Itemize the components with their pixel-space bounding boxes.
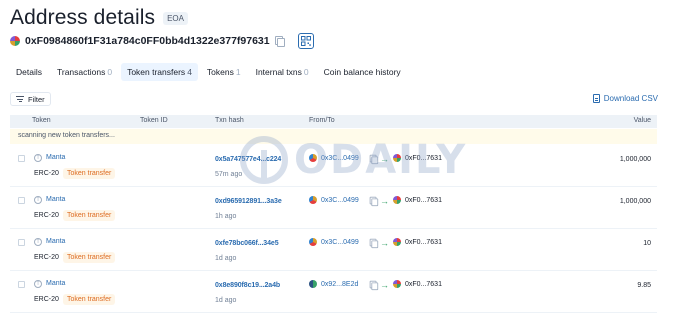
filter-icon — [16, 96, 24, 102]
to-address: 0xF0...7631 — [405, 239, 442, 246]
row-checkbox[interactable] — [18, 155, 25, 162]
tab-count: 0 — [107, 66, 113, 77]
copy-icon[interactable] — [369, 280, 379, 291]
tab-transactions[interactable]: Transactions 0 — [51, 63, 118, 81]
txn-age: 1h ago — [215, 213, 237, 220]
txn-age: 57m ago — [215, 171, 243, 178]
row-checkbox[interactable] — [18, 239, 25, 246]
row-checkbox[interactable] — [18, 281, 25, 288]
column-header-token: Token — [32, 117, 51, 124]
tab-coin-balance-history[interactable]: Coin balance history — [318, 63, 407, 81]
qr-code-icon — [300, 36, 311, 46]
from-address-link[interactable]: 0x92...8E2d — [321, 281, 358, 288]
token-standard: ERC-20 — [34, 296, 59, 303]
to-avatar — [393, 196, 401, 204]
table-header: Token Token ID Txn hash From/To Value — [10, 115, 657, 128]
column-header-from-to: From/To — [309, 117, 335, 124]
tab-label: Transactions — [56, 66, 106, 77]
from-address-link[interactable]: 0x3C...0499 — [321, 239, 359, 246]
row-checkbox[interactable] — [18, 197, 25, 204]
token-name-link[interactable]: Manta — [46, 238, 65, 245]
address-avatar — [10, 36, 20, 46]
token-standard: ERC-20 — [34, 254, 59, 261]
arrow-right-icon: → — [380, 196, 389, 206]
from-avatar — [309, 196, 317, 204]
token-name-link[interactable]: Manta — [46, 154, 65, 161]
to-address: 0xF0...7631 — [405, 281, 442, 288]
tab-token-transfers[interactable]: Token transfers 4 — [121, 62, 198, 81]
download-label: Download CSV — [603, 94, 658, 103]
filter-button[interactable]: Filter — [10, 92, 51, 106]
arrow-right-icon: → — [380, 238, 389, 248]
from-address-link[interactable]: 0x3C...0499 — [321, 197, 359, 204]
address-hash: 0xF0984860f1F31a784c0FF0bb4d1322e377f976… — [25, 35, 270, 47]
txn-hash-link[interactable]: 0xd965912891...3a3e — [215, 198, 282, 205]
token-name-link[interactable]: Manta — [46, 196, 65, 203]
page-title: Address details — [10, 6, 156, 29]
document-icon — [592, 94, 600, 103]
to-avatar — [393, 280, 401, 288]
txn-hash-link[interactable]: 0xfe78bc066f...34e5 — [215, 240, 279, 247]
from-avatar — [309, 238, 317, 246]
transfer-type-badge: Token transfer — [63, 252, 116, 263]
txn-hash-link[interactable]: 0x8e890f8c19...2a4b — [215, 282, 280, 289]
tab-internal-txns[interactable]: Internal txns 0 — [250, 63, 315, 81]
filter-label: Filter — [28, 94, 45, 104]
to-avatar — [393, 238, 401, 246]
account-type-badge: EOA — [163, 11, 188, 25]
tab-count: 4 — [187, 66, 192, 77]
token-icon: T — [34, 238, 42, 246]
token-name-link[interactable]: Manta — [46, 280, 65, 287]
transfer-type-badge: Token transfer — [63, 294, 116, 305]
from-avatar — [309, 280, 317, 288]
title-row: Address details EOA — [10, 6, 188, 30]
column-header-token-id: Token ID — [140, 117, 168, 124]
copy-icon[interactable] — [369, 238, 379, 249]
token-icon: T — [34, 154, 42, 162]
transfer-value: 10 — [643, 240, 651, 247]
copy-icon[interactable] — [274, 36, 285, 47]
tab-label: Coin balance history — [323, 66, 401, 77]
tab-count: 1 — [235, 66, 241, 77]
token-icon: T — [34, 280, 42, 288]
txn-age: 1d ago — [215, 297, 237, 304]
address-row: 0xF0984860f1F31a784c0FF0bb4d1322e377f976… — [10, 33, 314, 49]
odaily-logo-icon — [240, 136, 288, 184]
transfer-value: 1,000,000 — [619, 198, 651, 205]
arrow-right-icon: → — [380, 280, 389, 290]
column-header-txn-hash: Txn hash — [215, 117, 244, 124]
txn-age: 1d ago — [215, 255, 237, 262]
transfer-type-badge: Token transfer — [63, 168, 116, 179]
table-row: T Manta ERC-20 Token transfer 0xd9659128… — [10, 187, 657, 229]
tab-label: Token transfers — [127, 66, 186, 77]
tab-count: 0 — [303, 66, 309, 77]
watermark-text: ODAILY — [294, 137, 468, 183]
tab-label: Internal txns — [255, 66, 302, 77]
column-header-value: Value — [633, 117, 651, 124]
tab-label: Tokens — [206, 66, 234, 77]
token-icon: T — [34, 196, 42, 204]
watermark: ODAILY — [240, 136, 467, 184]
download-csv-link[interactable]: Download CSV — [592, 94, 658, 103]
to-address: 0xF0...7631 — [405, 197, 442, 204]
address-tabs: Details Transactions 0 Token transfers 4 T… — [10, 62, 410, 81]
table-row: T Manta ERC-20 Token transfer 0x8e890f8c… — [10, 271, 657, 313]
transfer-type-badge: Token transfer — [63, 210, 116, 221]
table-row: T Manta ERC-20 Token transfer 0xfe78bc06… — [10, 229, 657, 271]
transfer-value: 1,000,000 — [619, 156, 651, 163]
tab-details[interactable]: Details — [10, 63, 48, 81]
tab-label: Details — [16, 66, 42, 77]
token-standard: ERC-20 — [34, 170, 59, 177]
token-standard: ERC-20 — [34, 212, 59, 219]
transfer-value: 9.85 — [637, 282, 651, 289]
qr-code-button[interactable] — [297, 33, 314, 49]
tab-tokens[interactable]: Tokens 1 — [201, 63, 247, 81]
copy-icon[interactable] — [369, 196, 379, 207]
